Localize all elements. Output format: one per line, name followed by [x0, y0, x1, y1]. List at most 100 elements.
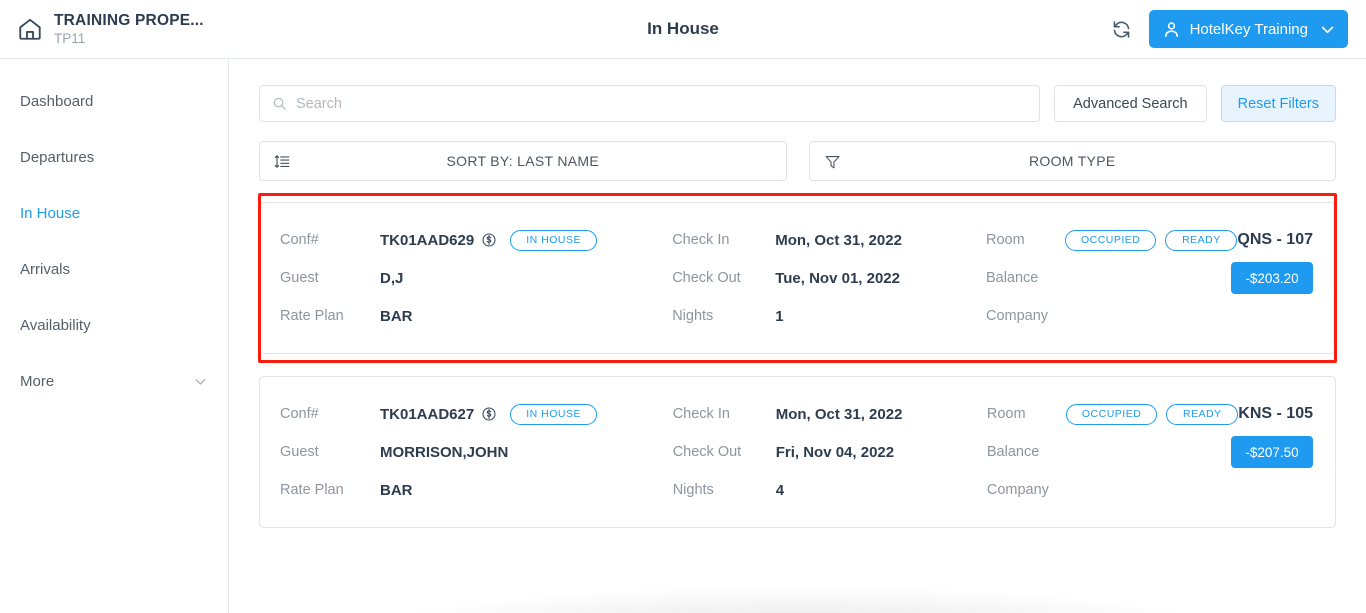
user-icon [1162, 20, 1181, 39]
guest-label: Guest [280, 444, 380, 460]
sidebar-item-availability[interactable]: Availability [0, 297, 228, 353]
nights-value: 4 [776, 482, 784, 499]
guest-row: Guest MORRISON,JOHN [280, 433, 673, 471]
check-in-value: Mon, Oct 31, 2022 [775, 232, 902, 249]
check-in-label: Check In [672, 232, 775, 248]
rate-plan-label: Rate Plan [280, 482, 380, 498]
sort-by-filter[interactable]: SORT BY: LAST NAME [259, 141, 787, 181]
balance-row: Balance -$203.20 [986, 259, 1313, 297]
app-window: TRAINING PROPE... TP11 In House [0, 0, 1366, 613]
nights-value: 1 [775, 308, 783, 325]
reservation-card[interactable]: Conf# TK01AAD629 IN HOUSE [259, 202, 1336, 354]
nights-row: Nights 1 [672, 297, 986, 335]
reservation-card[interactable]: Conf# TK01AAD627 IN HOUSE [259, 376, 1336, 528]
rate-plan-value: BAR [380, 308, 413, 325]
check-out-row: Check Out Fri, Nov 04, 2022 [673, 433, 987, 471]
sidebar-item-departures[interactable]: Departures [0, 129, 228, 185]
room-type-label: ROOM TYPE [810, 153, 1336, 169]
conf-row: Conf# TK01AAD629 IN HOUSE [280, 221, 672, 259]
home-icon [17, 16, 43, 42]
guest-value: MORRISON,JOHN [380, 444, 508, 461]
sidebar-item-arrivals[interactable]: Arrivals [0, 241, 228, 297]
sidebar-item-dashboard[interactable]: Dashboard [0, 73, 228, 129]
check-in-row: Check In Mon, Oct 31, 2022 [673, 395, 987, 433]
sidebar-item-in-house[interactable]: In House [0, 185, 228, 241]
room-ready-badge: READY [1166, 404, 1238, 425]
property-name: TRAINING PROPE... [54, 12, 204, 29]
conf-value: TK01AAD627 [380, 406, 474, 423]
room-row: Room OCCUPIED READY QNS - 107 [986, 221, 1313, 259]
check-in-value: Mon, Oct 31, 2022 [776, 406, 903, 423]
company-row: Company [986, 297, 1313, 335]
room-status-badge: OCCUPIED [1066, 404, 1157, 425]
sidebar-item-label: Departures [20, 149, 94, 166]
conf-label: Conf# [280, 232, 380, 248]
status-badge: IN HOUSE [510, 404, 597, 425]
check-out-value: Fri, Nov 04, 2022 [776, 444, 894, 461]
rate-plan-row: Rate Plan BAR [280, 471, 673, 509]
reservation-col-identity: Conf# TK01AAD629 IN HOUSE [280, 221, 672, 335]
nights-label: Nights [672, 308, 775, 324]
room-number: QNS - 107 [1237, 231, 1313, 249]
balance-button[interactable]: -$207.50 [1231, 436, 1313, 468]
company-row: Company [987, 471, 1313, 509]
refresh-icon[interactable] [1111, 18, 1133, 40]
dollar-circle-icon[interactable] [481, 232, 497, 248]
sidebar-item-label: Dashboard [20, 93, 93, 110]
check-in-label: Check In [673, 406, 776, 422]
check-out-label: Check Out [672, 270, 775, 286]
top-bar: TRAINING PROPE... TP11 In House [0, 0, 1366, 59]
user-menu-button[interactable]: HotelKey Training [1149, 10, 1348, 48]
bottom-shadow [229, 543, 1366, 613]
search-box[interactable] [259, 85, 1040, 122]
rate-plan-label: Rate Plan [280, 308, 380, 324]
search-input[interactable] [296, 96, 1027, 112]
dollar-circle-icon[interactable] [481, 406, 497, 422]
conf-value: TK01AAD629 [380, 232, 474, 249]
chevron-down-icon [193, 374, 208, 389]
sidebar-item-label: More [20, 373, 54, 390]
highlight-annotation: Conf# TK01AAD629 IN HOUSE [259, 202, 1336, 354]
reservation-card-wrapper: Conf# TK01AAD627 IN HOUSE [259, 376, 1336, 528]
room-number: KNS - 105 [1238, 405, 1313, 423]
sidebar: Dashboard Departures In House Arrivals A… [0, 59, 229, 613]
main-content: Advanced Search Reset Filters [229, 59, 1366, 613]
sidebar-item-label: Availability [20, 317, 91, 334]
reset-filters-button[interactable]: Reset Filters [1221, 85, 1336, 122]
company-label: Company [987, 482, 1057, 498]
guest-row: Guest D,J [280, 259, 672, 297]
check-out-label: Check Out [673, 444, 776, 460]
property-text: TRAINING PROPE... TP11 [54, 12, 204, 46]
filter-row: SORT BY: LAST NAME ROOM TYPE [259, 141, 1336, 181]
search-icon [272, 96, 287, 111]
balance-row: Balance -$207.50 [987, 433, 1313, 471]
check-out-row: Check Out Tue, Nov 01, 2022 [672, 259, 986, 297]
company-label: Company [986, 308, 1056, 324]
check-in-row: Check In Mon, Oct 31, 2022 [672, 221, 986, 259]
reservation-col-identity: Conf# TK01AAD627 IN HOUSE [280, 395, 673, 509]
room-label: Room [986, 232, 1056, 248]
search-row: Advanced Search Reset Filters [259, 85, 1336, 122]
property-code: TP11 [54, 31, 204, 46]
advanced-search-button[interactable]: Advanced Search [1054, 85, 1206, 122]
room-label: Room [987, 406, 1057, 422]
conf-label: Conf# [280, 406, 380, 422]
nights-label: Nights [673, 482, 776, 498]
balance-button[interactable]: -$203.20 [1231, 262, 1313, 294]
reservation-col-dates: Check In Mon, Oct 31, 2022 Check Out Tue… [672, 221, 986, 335]
property-brand[interactable]: TRAINING PROPE... TP11 [0, 12, 230, 46]
conf-row: Conf# TK01AAD627 IN HOUSE [280, 395, 673, 433]
room-ready-badge: READY [1165, 230, 1237, 251]
sidebar-item-label: Arrivals [20, 261, 70, 278]
sort-icon [274, 153, 291, 170]
top-bar-actions: HotelKey Training [1111, 10, 1366, 48]
reservation-col-dates: Check In Mon, Oct 31, 2022 Check Out Fri… [673, 395, 987, 509]
sidebar-item-more[interactable]: More [0, 353, 228, 409]
rate-plan-value: BAR [380, 482, 413, 499]
guest-value: D,J [380, 270, 403, 287]
room-type-filter[interactable]: ROOM TYPE [809, 141, 1337, 181]
check-out-value: Tue, Nov 01, 2022 [775, 270, 900, 287]
status-badge: IN HOUSE [510, 230, 597, 251]
guest-label: Guest [280, 270, 380, 286]
chevron-down-icon [1319, 21, 1336, 38]
